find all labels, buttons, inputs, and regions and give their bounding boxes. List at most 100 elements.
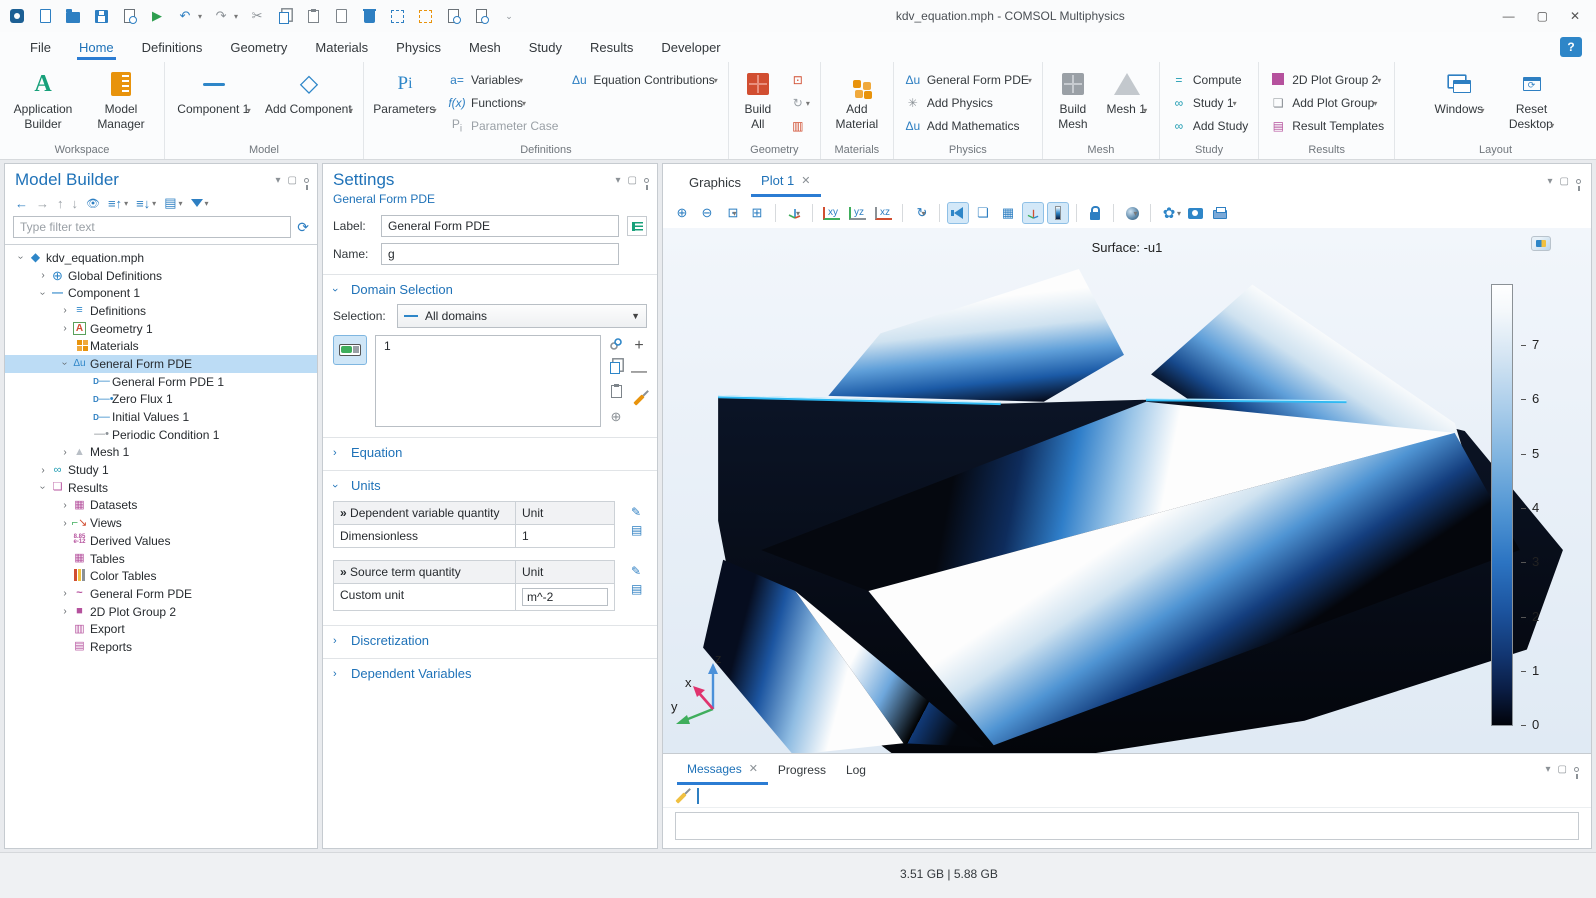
section-dependent-variables[interactable]: ›Dependent Variables: [323, 658, 657, 685]
section-equation[interactable]: ›Equation: [323, 437, 657, 464]
view-lock-icon[interactable]: [1084, 202, 1106, 224]
tree-item-reports[interactable]: ▤ Reports: [5, 638, 317, 656]
view-xy-icon[interactable]: xy: [820, 202, 843, 224]
menu-file[interactable]: File: [28, 35, 53, 60]
tree-item-definitions[interactable]: ›≡ Definitions: [5, 302, 317, 320]
rotate-view-icon[interactable]: ↻▾: [910, 202, 932, 224]
build-all-button[interactable]: Build All: [735, 66, 781, 135]
tree-item-global-definitions[interactable]: ›⊕ Global Definitions: [5, 267, 317, 285]
menu-geometry[interactable]: Geometry: [228, 35, 289, 60]
zoom-in-icon[interactable]: ⊕: [671, 202, 693, 224]
variables-button[interactable]: a= Variables▾: [444, 70, 562, 90]
undo-caret-icon[interactable]: ▾: [198, 12, 202, 21]
undo-icon[interactable]: ↶: [176, 7, 194, 25]
delete-icon[interactable]: [360, 7, 378, 25]
virtual-operations-button[interactable]: ▥: [785, 116, 814, 136]
move-up-icon[interactable]: ↑: [57, 196, 64, 211]
default-view-icon[interactable]: ▾: [783, 202, 805, 224]
menu-materials[interactable]: Materials: [313, 35, 370, 60]
tree-item-datasets[interactable]: ›▦ Datasets: [5, 497, 317, 515]
tree-item-tables[interactable]: ▦ Tables: [5, 550, 317, 568]
panel-menu-icon[interactable]: ▾: [616, 175, 621, 186]
collapse-all-icon[interactable]: ≡↑: [108, 196, 122, 211]
print-icon[interactable]: [1209, 202, 1231, 224]
tree-filter-input[interactable]: [13, 216, 291, 238]
run-icon[interactable]: ▶: [148, 7, 166, 25]
build-mesh-button[interactable]: Build Mesh: [1049, 66, 1097, 135]
select-box-icon[interactable]: [388, 7, 406, 25]
zoom-box-icon[interactable]: ⊡▾: [721, 202, 743, 224]
tree-item-mesh1[interactable]: ›▲ Mesh 1: [5, 444, 317, 462]
tree-item-root[interactable]: ›◆ kdv_equation.mph: [5, 249, 317, 267]
add-study-button[interactable]: ∞ Add Study: [1166, 116, 1252, 136]
panel-float-icon[interactable]: ▢: [1560, 176, 1569, 187]
tab-graphics[interactable]: Graphics: [679, 167, 751, 196]
tab-messages[interactable]: Messages✕: [677, 754, 768, 785]
tree-item-general-form-pde[interactable]: ›Δu General Form PDE: [5, 355, 317, 373]
tree-item-results[interactable]: ›❏ Results: [5, 479, 317, 497]
panel-menu-icon[interactable]: ▾: [1548, 176, 1553, 187]
tree-item-color-tables[interactable]: Color Tables: [5, 567, 317, 585]
table-cell[interactable]: m^-2: [516, 584, 614, 610]
messages-output[interactable]: [675, 812, 1579, 840]
general-form-pde-select[interactable]: Δu General Form PDE▾: [900, 70, 1036, 90]
node-grouping-icon[interactable]: ▤: [164, 195, 176, 211]
table-cell[interactable]: Custom unit: [334, 584, 516, 610]
view-xz-icon[interactable]: xz: [872, 202, 895, 224]
maximize-button[interactable]: ▢: [1537, 9, 1548, 23]
expand-all-icon[interactable]: ≡↓: [136, 196, 150, 211]
selection-list-item[interactable]: 1: [384, 339, 592, 353]
message-options-icon[interactable]: [697, 789, 699, 803]
menu-physics[interactable]: Physics: [394, 35, 443, 60]
plot-settings-icon[interactable]: [1531, 236, 1551, 251]
copy-selection-icon[interactable]: [613, 359, 620, 377]
minimize-button[interactable]: —: [1503, 9, 1515, 23]
rename-button[interactable]: [627, 216, 647, 236]
open-file-icon[interactable]: [64, 7, 82, 25]
panel-pin-icon[interactable]: [1576, 179, 1581, 184]
clear-messages-icon[interactable]: [675, 789, 687, 803]
insert-row-icon[interactable]: ▤: [631, 523, 642, 537]
scene-light-icon[interactable]: [947, 202, 969, 224]
create-selection-icon[interactable]: [609, 337, 623, 351]
tree-item-2d-plot-group2[interactable]: ›■ 2D Plot Group 2: [5, 603, 317, 621]
paste-selection-icon[interactable]: [611, 385, 622, 401]
zoom-to-selection-icon[interactable]: ⊕: [611, 409, 622, 425]
environment-icon[interactable]: ▾: [1121, 202, 1143, 224]
find-icon[interactable]: [444, 7, 462, 25]
active-selection-toggle[interactable]: [333, 335, 367, 365]
move-down-icon[interactable]: ↓: [72, 196, 79, 211]
section-units[interactable]: ›Units: [323, 470, 657, 497]
save-as-icon[interactable]: [120, 7, 138, 25]
label-input[interactable]: [381, 215, 619, 237]
add-mathematics-button[interactable]: Δu Add Mathematics: [900, 116, 1036, 136]
show-icon[interactable]: 👁: [86, 197, 100, 210]
snapshot-icon[interactable]: [1184, 202, 1206, 224]
clear-selection-icon[interactable]: [633, 389, 645, 407]
redo-caret-icon[interactable]: ▾: [234, 12, 238, 21]
forward-icon[interactable]: →: [36, 196, 49, 211]
add-to-selection-icon[interactable]: +: [634, 337, 643, 355]
section-domain-selection[interactable]: › Domain Selection: [323, 274, 657, 301]
add-component-button[interactable]: ◇ Add Component ▾: [261, 66, 357, 120]
panel-pin-icon[interactable]: [304, 178, 309, 183]
mesh1-button[interactable]: Mesh 1 ▾: [1101, 66, 1153, 120]
panel-float-icon[interactable]: ▢: [288, 175, 297, 186]
menu-study[interactable]: Study: [527, 35, 564, 60]
study1-button[interactable]: ∞ Study 1▾: [1166, 93, 1252, 113]
copy-icon[interactable]: [276, 7, 294, 25]
panel-menu-icon[interactable]: ▾: [1546, 764, 1551, 775]
panel-pin-icon[interactable]: [644, 178, 649, 183]
tab-plot1[interactable]: Plot 1✕: [751, 165, 820, 197]
panel-float-icon[interactable]: ▢: [628, 175, 637, 186]
insert-row-icon[interactable]: ▤: [631, 582, 642, 596]
add-plot-group-button[interactable]: ❏ Add Plot Group▾: [1265, 93, 1388, 113]
clear-selection-icon[interactable]: [416, 7, 434, 25]
toolbar-overflow-icon[interactable]: ⌄: [500, 7, 518, 25]
menu-definitions[interactable]: Definitions: [140, 35, 205, 60]
new-file-icon[interactable]: [36, 7, 54, 25]
refresh-icon[interactable]: ⟳: [297, 219, 309, 236]
close-button[interactable]: ✕: [1570, 9, 1580, 23]
tab-log[interactable]: Log: [836, 755, 876, 783]
edit-table-icon[interactable]: ✎: [631, 505, 642, 519]
